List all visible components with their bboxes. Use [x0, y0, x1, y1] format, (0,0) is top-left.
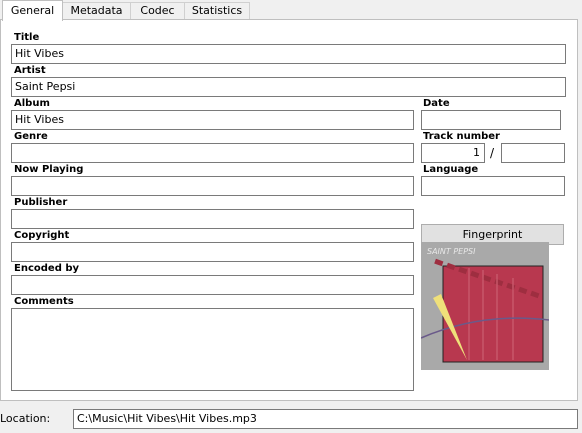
comments-field[interactable] — [11, 308, 414, 391]
title-label: Title — [14, 32, 40, 43]
album-art-svg: SAINT PEPSI — [420, 242, 550, 370]
comments-label: Comments — [14, 296, 74, 307]
album-art-caption: SAINT PEPSI — [427, 247, 476, 256]
publisher-field[interactable] — [11, 209, 414, 229]
album-art-image[interactable]: SAINT PEPSI — [420, 242, 550, 370]
track-number-field[interactable]: 1 — [421, 143, 485, 163]
artist-label: Artist — [14, 65, 46, 76]
artist-field[interactable]: Saint Pepsi — [11, 77, 566, 97]
track-separator: / — [490, 146, 495, 160]
location-field[interactable]: C:\Music\Hit Vibes\Hit Vibes.mp3 — [73, 409, 578, 429]
title-field[interactable]: Hit Vibes — [11, 44, 566, 64]
now-playing-field[interactable] — [11, 176, 414, 196]
date-label: Date — [423, 98, 450, 109]
encoded-by-field[interactable] — [11, 275, 414, 295]
genre-label: Genre — [14, 131, 48, 142]
tab-statistics[interactable]: Statistics — [184, 2, 250, 19]
tab-codec[interactable]: Codec — [130, 2, 185, 19]
track-number-label: Track number — [423, 131, 500, 142]
genre-field[interactable] — [11, 143, 414, 163]
language-field[interactable] — [421, 176, 565, 196]
album-field[interactable]: Hit Vibes — [11, 110, 414, 130]
copyright-field[interactable] — [11, 242, 414, 262]
language-label: Language — [423, 164, 479, 175]
date-field[interactable] — [421, 110, 561, 130]
copyright-label: Copyright — [14, 230, 70, 241]
encoded-by-label: Encoded by — [14, 263, 80, 274]
publisher-label: Publisher — [14, 197, 68, 208]
tab-metadata[interactable]: Metadata — [62, 2, 131, 19]
track-total-field[interactable] — [501, 143, 565, 163]
location-label: Location: — [0, 412, 51, 425]
tab-general[interactable]: General — [2, 0, 63, 21]
now-playing-label: Now Playing — [14, 164, 84, 175]
album-label: Album — [14, 98, 50, 109]
tab-bar: General Metadata Codec Statistics — [0, 0, 582, 21]
